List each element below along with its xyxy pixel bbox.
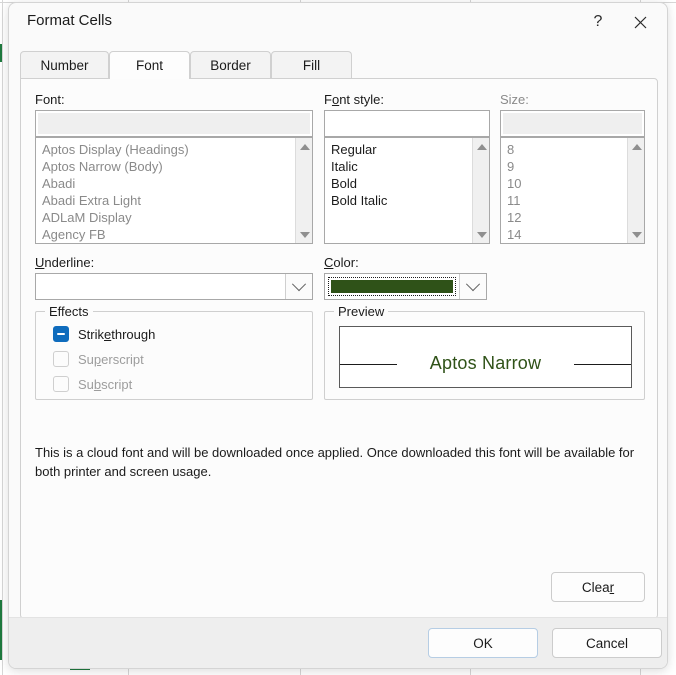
list-item[interactable]: 10: [501, 175, 626, 192]
underline-value: [36, 274, 285, 299]
help-icon[interactable]: ?: [581, 7, 615, 37]
font-input[interactable]: [35, 110, 313, 137]
font-style-input-inner: [327, 113, 487, 134]
ok-button[interactable]: OK: [428, 628, 538, 658]
checkbox-superscript-label: Superscript: [78, 351, 144, 367]
scroll-up-icon[interactable]: [473, 138, 489, 155]
tab-number[interactable]: Number: [20, 51, 109, 79]
tab-fill[interactable]: Fill: [271, 51, 352, 79]
font-style-listbox[interactable]: Regular Italic Bold Bold Italic: [324, 137, 490, 244]
preview-group: Preview Aptos Narrow: [324, 304, 645, 400]
list-item[interactable]: Abadi Extra Light: [36, 192, 294, 209]
list-item[interactable]: 8: [501, 141, 626, 158]
checkbox-subscript-label: Subscript: [78, 376, 133, 392]
size-input-inner: [503, 113, 642, 134]
size-label: Size:: [500, 92, 529, 107]
font-style-label: Font style:: [324, 92, 384, 107]
list-item[interactable]: 12: [501, 209, 626, 226]
checkbox-superscript[interactable]: Superscript: [53, 351, 144, 367]
list-item[interactable]: Abadi: [36, 175, 294, 192]
list-item[interactable]: 14: [501, 226, 626, 243]
checkbox-subscript[interactable]: Subscript: [53, 376, 132, 392]
color-swatch[interactable]: [331, 280, 453, 293]
size-list-items: 8 9 10 11 12 14: [501, 141, 626, 243]
cloud-font-note-line1: This is a cloud font and will be downloa…: [35, 445, 635, 460]
tab-border-label: Border: [210, 58, 251, 73]
tab-font[interactable]: Font: [109, 51, 190, 79]
color-dropdown[interactable]: [324, 273, 487, 300]
list-item[interactable]: Regular: [325, 141, 471, 158]
size-listbox[interactable]: 8 9 10 11 12 14: [500, 137, 645, 244]
list-item[interactable]: Bold: [325, 175, 471, 192]
scroll-down-icon[interactable]: [296, 226, 312, 243]
scroll-up-icon[interactable]: [628, 138, 644, 155]
preview-legend: Preview: [334, 304, 389, 319]
list-item[interactable]: 9: [501, 158, 626, 175]
dialog-title: Format Cells: [27, 12, 113, 29]
cancel-button[interactable]: Cancel: [552, 628, 662, 658]
list-item[interactable]: Bold Italic: [325, 192, 471, 209]
font-list-items: Aptos Display (Headings) Aptos Narrow (B…: [36, 141, 294, 243]
tab-fill-label: Fill: [302, 58, 321, 73]
clear-button[interactable]: Clea r: [551, 572, 645, 602]
format-cells-dialog: Format Cells ? Number Font Border Fill F…: [8, 2, 668, 669]
font-style-list-items: Regular Italic Bold Bold Italic: [325, 141, 471, 209]
effects-group: Effects Strikethrough Superscript Subscr…: [35, 304, 313, 400]
checkbox-subscript-box[interactable]: [53, 376, 69, 392]
scroll-up-icon[interactable]: [296, 138, 312, 155]
tab-number-label: Number: [40, 58, 89, 73]
title-bar: Format Cells ?: [9, 3, 667, 43]
cloud-font-note-line2: both printer and screen usage.: [35, 464, 212, 479]
color-label: Color:: [324, 255, 359, 270]
font-input-inner: [38, 113, 310, 134]
dialog-action-bar: OK Cancel: [9, 617, 667, 668]
list-item[interactable]: 11: [501, 192, 626, 209]
help-glyph: ?: [593, 13, 603, 30]
preview-text: Aptos Narrow: [429, 353, 542, 373]
scroll-down-icon[interactable]: [628, 226, 644, 243]
scroll-down-icon[interactable]: [473, 226, 489, 243]
font-label: Font:: [35, 92, 65, 107]
font-tab-panel: Font: Aptos Display (Headings) Aptos Nar…: [20, 78, 658, 619]
underline-dropdown[interactable]: [35, 273, 313, 300]
selection-marker: [0, 600, 2, 660]
underline-label: Underline:: [35, 255, 95, 270]
size-input[interactable]: [500, 110, 645, 137]
font-style-list-scrollbar[interactable]: [472, 138, 489, 243]
cloud-font-note: This is a cloud font and will be downloa…: [35, 443, 645, 481]
preview-box: Aptos Narrow: [339, 326, 632, 388]
font-list-scrollbar[interactable]: [295, 138, 312, 243]
list-item[interactable]: Agency FB: [36, 226, 294, 243]
size-list-scrollbar[interactable]: [627, 138, 644, 243]
tab-font-label: Font: [135, 58, 163, 73]
effects-legend: Effects: [45, 304, 93, 319]
checkbox-strikethrough[interactable]: Strikethrough: [53, 326, 155, 342]
checkbox-strikethrough-label: Strikethrough: [78, 326, 156, 342]
font-style-input[interactable]: [324, 110, 490, 137]
list-item[interactable]: ADLaM Display: [36, 209, 294, 226]
chevron-down-icon[interactable]: [285, 274, 312, 299]
chevron-down-icon[interactable]: [459, 274, 486, 299]
selection-marker: [0, 44, 2, 62]
tab-strip: Number Font Border Fill: [20, 51, 658, 79]
close-icon[interactable]: [623, 7, 657, 37]
color-swatch-wrap: [325, 274, 459, 299]
list-item[interactable]: Aptos Display (Headings): [36, 141, 294, 158]
tab-border[interactable]: Border: [190, 51, 271, 79]
grid-line: [2, 0, 3, 675]
color-swatch-focus-ring: [328, 277, 456, 296]
list-item[interactable]: Italic: [325, 158, 471, 175]
checkbox-superscript-box[interactable]: [53, 351, 69, 367]
font-listbox[interactable]: Aptos Display (Headings) Aptos Narrow (B…: [35, 137, 313, 244]
list-item[interactable]: Aptos Narrow (Body): [36, 158, 294, 175]
checkbox-strikethrough-box[interactable]: [53, 326, 69, 342]
